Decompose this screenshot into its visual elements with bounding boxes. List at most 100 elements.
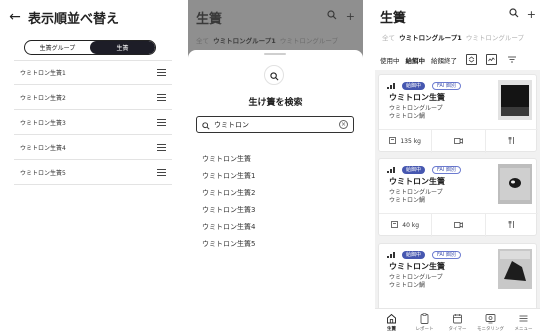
- reorder-screen: ← 表示順並べ替え 生簀グループ 生簀 ウミトロン生簀1 ウミトロン生簀2 ウミ…: [0, 0, 175, 195]
- nav-label: モニタリング: [477, 327, 504, 332]
- search-icon[interactable]: [509, 8, 519, 21]
- nav-monitoring[interactable]: モニタリング: [474, 309, 507, 336]
- tab-active-group[interactable]: ウミトロングループ1: [399, 34, 462, 42]
- page-title: 生簀: [380, 11, 407, 26]
- pen-name: ウミトロン生簀: [389, 177, 445, 186]
- tab-active-group[interactable]: ウミトロングループ1: [213, 37, 276, 45]
- camera-icon: [454, 221, 463, 230]
- scale-icon: [389, 137, 397, 146]
- pen-species: ウミトロン鯛: [389, 282, 426, 289]
- group-tabs: 全て ウミトロングループ1 ウミトロングループ: [382, 32, 524, 42]
- filter-in-use[interactable]: 使用中: [380, 55, 400, 65]
- list-item[interactable]: ウミトロン生簀2: [14, 85, 172, 110]
- search-input[interactable]: ウミトロン ×: [196, 116, 354, 133]
- group-tabs: 全て ウミトロングループ1 ウミトロングルーブ: [196, 35, 338, 45]
- nav-pens[interactable]: 生簀: [375, 309, 408, 336]
- drag-handle-icon[interactable]: [157, 143, 166, 151]
- search-result[interactable]: ウミトロン生簀3: [202, 201, 255, 218]
- header-actions: +: [509, 8, 536, 21]
- segment-pen-group[interactable]: 生簀グループ: [25, 41, 90, 54]
- expand-view-icon[interactable]: [466, 54, 477, 65]
- drag-handle-icon[interactable]: [157, 93, 166, 101]
- drag-handle-icon[interactable]: [157, 69, 166, 76]
- clear-icon[interactable]: ×: [339, 120, 348, 129]
- pen-card-body[interactable]: 給餌中 FAI 餌別 ウミトロン生簀 ウミトロングループ ウミトロン鯛: [379, 75, 538, 129]
- camera-cell[interactable]: [432, 130, 486, 153]
- filter-feeding-done[interactable]: 給餌終了: [431, 55, 457, 65]
- feed-amount-cell[interactable]: 40 kg: [379, 214, 433, 237]
- list-header: 生簀 + 全て ウミトロングループ1 ウミトロングループ 使用中 給餌中 給餌終…: [375, 0, 540, 70]
- tab-all[interactable]: 全て: [196, 37, 209, 45]
- pen-species: ウミトロン鯛: [389, 197, 426, 204]
- tab-all[interactable]: 全て: [382, 34, 395, 42]
- nav-report[interactable]: レポート: [408, 309, 441, 336]
- camera-cell[interactable]: [432, 214, 486, 237]
- drag-handle-icon[interactable]: [157, 168, 166, 176]
- search-results: ウミトロン生簀 ウミトロン生簀1 ウミトロン生簀2 ウミトロン生簀3 ウミトロン…: [202, 150, 255, 252]
- header-actions: +: [327, 10, 355, 23]
- clipboard-icon: [419, 312, 431, 324]
- add-icon[interactable]: +: [527, 8, 536, 21]
- pen-card-footer: 40 kg: [379, 213, 538, 237]
- pen-name: ウミトロン生簀: [389, 93, 445, 102]
- drag-handle-icon[interactable]: [157, 118, 166, 126]
- bottom-navigation: 生簀 レポート タイマー モニタリング メニュー: [375, 308, 540, 336]
- nav-timer[interactable]: タイマー: [441, 309, 474, 336]
- signal-icon: [387, 83, 397, 89]
- camera-icon: [454, 137, 463, 146]
- chart-view-icon[interactable]: [486, 54, 497, 65]
- list-item[interactable]: ウミトロン生簀3: [14, 110, 172, 135]
- search-screen: 生簀 + 全て ウミトロングループ1 ウミトロングルーブ 生け簀を検索 ウミトロ…: [188, 0, 363, 260]
- pen-name: ウミトロン生簀: [389, 262, 445, 271]
- sheet-handle[interactable]: [264, 53, 286, 55]
- back-arrow-icon[interactable]: ←: [8, 10, 22, 24]
- search-query[interactable]: ウミトロン: [214, 120, 339, 130]
- pen-card[interactable]: 給餌中 FAI 餌別 ウミトロン生簀 ウミトロングループ ウミトロン鯛 135 …: [378, 74, 538, 153]
- search-result[interactable]: ウミトロン生簀4: [202, 218, 255, 235]
- filter-icon[interactable]: [506, 54, 517, 65]
- camera-thumbnail[interactable]: [498, 164, 532, 204]
- pen-card-body[interactable]: 給餌中 FAI 餌別 ウミトロン生簀 ウミトロングループ ウミトロン鯛: [379, 159, 538, 213]
- search-result[interactable]: ウミトロン生簀5: [202, 235, 255, 252]
- reorder-list: ウミトロン生簀1 ウミトロン生簀2 ウミトロン生簀3 ウミトロン生簀4 ウミトロ…: [14, 60, 172, 185]
- ai-feed-badge: FAI 餌別: [432, 82, 461, 90]
- feed-amount-cell[interactable]: 135 kg: [379, 130, 433, 153]
- search-result[interactable]: ウミトロン生簀2: [202, 184, 255, 201]
- pen-card[interactable]: 給餌中 FAI 餌別 ウミトロン生簀 ウミトロングループ ウミトロン鯛 40 k…: [378, 158, 538, 237]
- search-result[interactable]: ウミトロン生簀: [202, 150, 255, 167]
- search-result[interactable]: ウミトロン生簀1: [202, 167, 255, 184]
- page-title: 生簀: [196, 12, 223, 27]
- signal-icon: [387, 252, 397, 258]
- nav-menu[interactable]: メニュー: [507, 309, 540, 336]
- camera-thumbnail[interactable]: [498, 80, 532, 120]
- nav-label: レポート: [415, 327, 434, 332]
- pen-species: ウミトロン鯛: [389, 113, 426, 120]
- page-title: 表示順並べ替え: [28, 11, 120, 27]
- nav-label: 生簀: [387, 327, 396, 332]
- segment-pen[interactable]: 生簀: [90, 41, 155, 54]
- sheet-search-badge: [264, 65, 284, 85]
- search-icon[interactable]: [327, 10, 337, 23]
- nav-label: タイマー: [448, 327, 467, 332]
- pen-card-body[interactable]: 給餌中 FAI 餌別 ウミトロン生簀 ウミトロングループ ウミトロン鯛: [379, 244, 538, 298]
- nav-label: メニュー: [514, 327, 533, 332]
- home-icon: [386, 312, 398, 324]
- list-item-label: ウミトロン生簀2: [20, 94, 66, 102]
- list-item[interactable]: ウミトロン生簀1: [14, 60, 172, 85]
- tab-more-group[interactable]: ウミトロングループ: [466, 34, 524, 42]
- list-item[interactable]: ウミトロン生簀5: [14, 160, 172, 185]
- add-icon[interactable]: +: [346, 10, 355, 23]
- feed-amount: 135 kg: [400, 138, 421, 145]
- camera-thumbnail[interactable]: [498, 249, 532, 289]
- feeding-cell[interactable]: [486, 214, 538, 237]
- feeding-cell[interactable]: [486, 130, 538, 153]
- list-item[interactable]: ウミトロン生簀4: [14, 135, 172, 160]
- list-item-label: ウミトロン生簀3: [20, 119, 66, 127]
- tab-more-group[interactable]: ウミトロングルーブ: [280, 37, 338, 45]
- reorder-header: ← 表示順並べ替え: [8, 6, 119, 28]
- pen-card-footer: 135 kg: [379, 129, 538, 153]
- ai-feed-badge: FAI 餌別: [432, 251, 461, 259]
- filter-feeding[interactable]: 給餌中: [406, 55, 426, 65]
- ai-feed-badge: FAI 餌別: [432, 166, 461, 174]
- search-icon: [269, 66, 279, 85]
